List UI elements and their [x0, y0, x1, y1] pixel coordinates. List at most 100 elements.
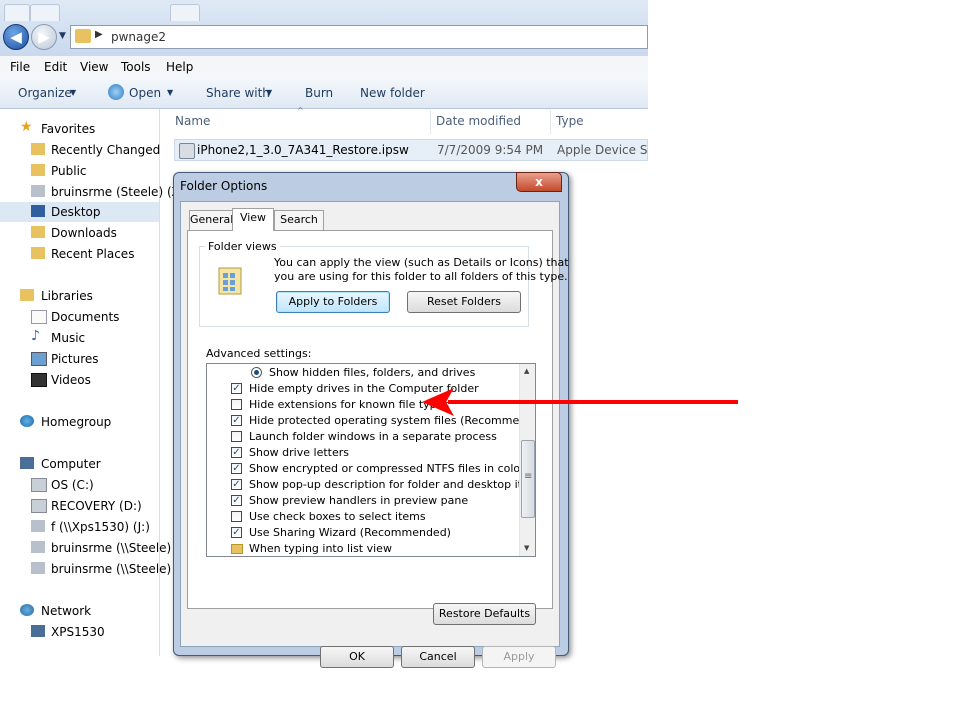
checkbox[interactable]: ✓ [231, 463, 242, 474]
apply-button: Apply [482, 646, 556, 668]
nav-music[interactable]: ♪ Music [0, 328, 159, 348]
tab-view[interactable]: View [232, 208, 274, 231]
nav-bruinsrme-z[interactable]: bruinsrme (Steele) (Z [0, 182, 180, 202]
tab-general[interactable]: General [189, 210, 233, 230]
downloads-folder-icon [31, 226, 45, 238]
nav-item-label: Pictures [51, 352, 99, 366]
nav-libraries[interactable]: Libraries [0, 286, 159, 306]
apply-to-folders-button[interactable]: Apply to Folders [276, 291, 390, 313]
ok-button[interactable]: OK [320, 646, 394, 668]
nav-homegroup[interactable]: Homegroup [0, 412, 159, 432]
setting-label: Use check boxes to select items [249, 510, 426, 523]
address-bar[interactable]: ▶ pwnage2 [70, 25, 648, 49]
nav-computer[interactable]: Computer [0, 454, 159, 474]
file-name: iPhone2,1_3.0_7A341_Restore.ipsw [197, 143, 409, 157]
forward-button[interactable]: ▶ [31, 24, 57, 50]
close-button[interactable]: x [516, 172, 562, 192]
nav-downloads[interactable]: Downloads [0, 223, 159, 243]
nav-documents[interactable]: Documents [0, 307, 159, 327]
column-header-type[interactable]: Type [556, 114, 584, 128]
setting-label: Launch folder windows in a separate proc… [249, 430, 497, 443]
nav-videos[interactable]: Videos [0, 370, 159, 390]
setting-label: Show hidden files, folders, and drives [269, 366, 476, 379]
nav-os-c[interactable]: OS (C:) [0, 475, 159, 495]
list-item[interactable]: ✓ Show preview handlers in preview pane [211, 493, 521, 509]
nav-recovery-d[interactable]: RECOVERY (D:) [0, 496, 159, 516]
nav-bruinsrme-2[interactable]: bruinsrme (\\Steele) [0, 559, 171, 579]
nav-libraries-label: Libraries [41, 289, 93, 303]
nav-recently-changed[interactable]: Recently Changed [0, 140, 160, 160]
checkbox[interactable] [231, 511, 242, 522]
nav-favorites[interactable]: ★ Favorites [0, 119, 159, 139]
chevron-down-icon[interactable]: ▼ [167, 88, 173, 97]
checkbox[interactable]: ✓ [231, 495, 242, 506]
nav-desktop[interactable]: Desktop [0, 202, 159, 222]
list-item[interactable]: ✓ Use Sharing Wizard (Recommended) [211, 525, 521, 541]
restore-defaults-button[interactable]: Restore Defaults [433, 603, 536, 625]
scroll-down-icon[interactable]: ▼ [524, 544, 529, 552]
nav-network[interactable]: Network [0, 601, 159, 621]
setting-label: Show preview handlers in preview pane [249, 494, 469, 507]
annotation-arrow-icon [422, 388, 738, 416]
list-item[interactable]: When typing into list view [211, 541, 521, 556]
column-header-name[interactable]: Name [175, 114, 210, 128]
list-item[interactable]: Launch folder windows in a separate proc… [211, 429, 521, 445]
pictures-icon [31, 352, 47, 366]
libraries-icon [20, 289, 34, 301]
music-icon: ♪ [31, 328, 40, 344]
burn-button[interactable]: Burn [305, 86, 333, 100]
recent-pages-dropdown-icon[interactable]: ▼ [59, 31, 66, 41]
checkbox[interactable]: ✓ [231, 383, 242, 394]
scroll-up-icon[interactable]: ▲ [524, 367, 529, 375]
menu-edit[interactable]: Edit [44, 60, 67, 74]
nav-xps1530[interactable]: XPS1530 [0, 622, 159, 642]
menu-tools[interactable]: Tools [121, 60, 151, 74]
setting-label: Show pop-up description for folder and d… [249, 478, 536, 491]
breadcrumb-chevron-icon[interactable]: ▶ [95, 29, 103, 40]
folder-icon [231, 544, 243, 554]
nav-bruinsrme-1[interactable]: bruinsrme (\\Steele) [0, 538, 171, 558]
menu-file[interactable]: File [10, 60, 30, 74]
table-row[interactable]: iPhone2,1_3.0_7A341_Restore.ipsw 7/7/200… [174, 139, 648, 161]
advanced-settings-label: Advanced settings: [206, 347, 312, 360]
column-divider[interactable] [550, 110, 551, 134]
nav-recent-places[interactable]: Recent Places [0, 244, 159, 264]
chevron-down-icon[interactable]: ▼ [266, 88, 272, 97]
column-header-date-modified[interactable]: Date modified [436, 114, 521, 128]
open-button[interactable]: Open [129, 86, 161, 100]
checkbox[interactable] [231, 431, 242, 442]
nav-item-label: Desktop [51, 205, 101, 219]
nav-f-j[interactable]: f (\\Xps1530) (J:) [0, 517, 159, 537]
radio-button[interactable] [251, 367, 262, 378]
tab-search[interactable]: Search [274, 210, 324, 230]
checkbox[interactable]: ✓ [231, 447, 242, 458]
list-item[interactable]: ✓ Show pop-up description for folder and… [211, 477, 535, 493]
share-with-button[interactable]: Share with [206, 86, 270, 100]
ipsw-file-icon [179, 143, 195, 159]
back-button[interactable]: ◀ [3, 24, 29, 50]
list-item[interactable]: ✓ Show drive letters [211, 445, 521, 461]
cancel-button[interactable]: Cancel [401, 646, 475, 668]
reset-folders-button[interactable]: Reset Folders [407, 291, 521, 313]
chevron-down-icon[interactable]: ▼ [70, 88, 76, 97]
checkbox[interactable]: ✓ [231, 527, 242, 538]
nav-pictures[interactable]: Pictures [0, 349, 159, 369]
sort-ascending-icon: ^ [297, 106, 304, 115]
checkbox[interactable]: ✓ [231, 415, 242, 426]
list-item[interactable]: Use check boxes to select items [211, 509, 521, 525]
organize-button[interactable]: Organize [18, 86, 72, 100]
nav-favorites-label: Favorites [41, 122, 96, 136]
nav-public[interactable]: Public [0, 161, 159, 181]
list-item[interactable]: ✓ Show encrypted or compressed NTFS file… [211, 461, 525, 477]
checkbox[interactable]: ✓ [231, 479, 242, 490]
menu-help[interactable]: Help [166, 60, 193, 74]
column-divider[interactable] [430, 110, 431, 134]
breadcrumb-current[interactable]: pwnage2 [111, 30, 166, 44]
list-item[interactable]: Show hidden files, folders, and drives [211, 365, 521, 381]
menu-view[interactable]: View [80, 60, 108, 74]
network-icon [20, 604, 34, 616]
scrollbar-thumb[interactable]: ≡ [521, 440, 535, 518]
new-folder-button[interactable]: New folder [360, 86, 425, 100]
checkbox[interactable] [231, 399, 242, 410]
nav-item-label: Videos [51, 373, 91, 387]
